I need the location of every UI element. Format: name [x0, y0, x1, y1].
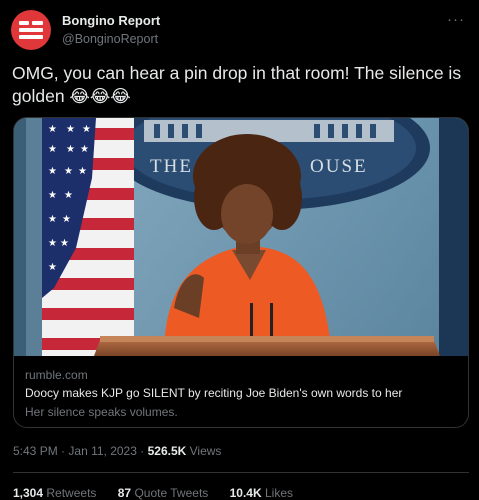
tweet-text: OMG, you can hear a pin drop in that roo… — [12, 63, 462, 106]
tweet: Bongino Report @BonginoReport ··· OMG, y… — [0, 0, 479, 500]
svg-text:★: ★ — [48, 238, 57, 249]
svg-text:★: ★ — [64, 190, 73, 201]
svg-text:★: ★ — [78, 166, 87, 177]
svg-text:★: ★ — [48, 262, 57, 273]
svg-text:THE: THE — [150, 156, 193, 177]
likes-stat[interactable]: 10.4K Likes — [230, 486, 293, 500]
separator: · — [140, 444, 145, 458]
tweet-time[interactable]: 5:43 PM — [13, 444, 58, 458]
svg-text:★: ★ — [48, 144, 57, 155]
retweets-label: Retweets — [46, 486, 97, 500]
press-briefing-video-thumbnail[interactable]: THE OUSE ★ ★ ★ ★ ★ ★ ★ ★ ★ ★ ★ ★ ★ ★ ★ ★ — [14, 118, 469, 356]
svg-text:★: ★ — [60, 238, 69, 249]
avatar[interactable] — [11, 10, 51, 50]
quotes-label: Quote Tweets — [134, 486, 209, 500]
svg-text:★: ★ — [80, 144, 89, 155]
divider — [13, 472, 469, 473]
retweets-count: 1,304 — [13, 486, 44, 500]
author-name[interactable]: Bongino Report — [62, 13, 160, 29]
tweet-timestamp: 5:43 PM · Jan 11, 2023 · 526.5K Views — [13, 444, 221, 458]
retweets-stat[interactable]: 1,304 Retweets — [13, 486, 96, 500]
svg-text:★: ★ — [48, 166, 57, 177]
author-handle[interactable]: @BonginoReport — [62, 31, 160, 47]
tweet-date[interactable]: Jan 11, 2023 — [68, 444, 137, 458]
quotes-count: 87 — [117, 486, 132, 500]
separator: · — [61, 444, 66, 458]
author-info: Bongino Report @BonginoReport — [62, 13, 160, 47]
likes-count: 10.4K — [229, 486, 262, 500]
views-count: 526.5K — [147, 444, 187, 458]
svg-text:OUSE: OUSE — [310, 156, 368, 177]
more-options-icon[interactable]: ··· — [447, 11, 465, 28]
svg-text:★: ★ — [82, 124, 91, 135]
link-domain: rumble.com — [25, 368, 88, 382]
likes-label: Likes — [265, 486, 294, 500]
link-card-meta: rumble.com Doocy makes KJP go SILENT by … — [14, 356, 468, 427]
svg-text:★: ★ — [48, 190, 57, 201]
quote-tweets-stat[interactable]: 87 Quote Tweets — [118, 486, 209, 500]
svg-text:★: ★ — [66, 144, 75, 155]
svg-text:★: ★ — [48, 124, 57, 135]
svg-text:★: ★ — [62, 214, 71, 225]
link-card[interactable]: THE OUSE ★ ★ ★ ★ ★ ★ ★ ★ ★ ★ ★ ★ ★ ★ ★ ★… — [13, 117, 469, 428]
link-description: Her silence speaks volumes. — [25, 405, 178, 419]
bongino-logo-icon — [19, 21, 43, 39]
svg-text:★: ★ — [66, 124, 75, 135]
svg-text:★: ★ — [64, 166, 73, 177]
tweet-stats: 1,304 Retweets 87 Quote Tweets 10.4K Lik… — [13, 486, 311, 500]
svg-text:★: ★ — [48, 214, 57, 225]
views-label: Views — [189, 444, 222, 458]
link-title: Doocy makes KJP go SILENT by reciting Jo… — [25, 386, 403, 400]
